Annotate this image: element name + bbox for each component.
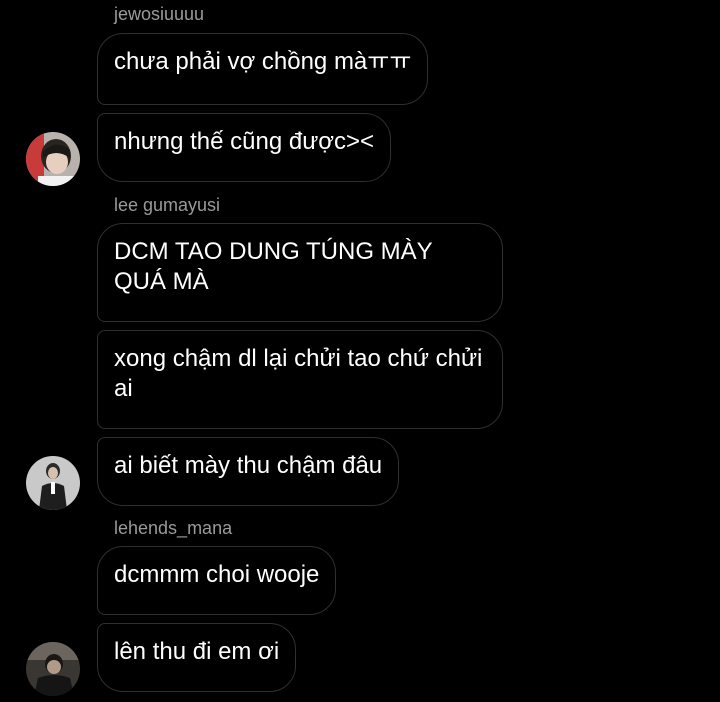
avatar[interactable] xyxy=(26,456,80,510)
message-bubble[interactable]: xong chậm dl lại chửi tao chứ chửi ai xyxy=(97,330,503,429)
message-text: dcmmm choi wooje xyxy=(114,561,320,588)
sender-name: lehends_mana xyxy=(114,518,233,538)
message-bubble[interactable]: ai biết mày thu chậm đâu xyxy=(97,437,400,506)
message-bubble[interactable]: dcmmm choi wooje xyxy=(97,546,337,615)
message-bubble[interactable]: lên thu đi em ơi xyxy=(97,623,297,692)
message-bubble[interactable]: nhưng thế cũng được>< xyxy=(97,113,392,182)
message-text: DCM TAO DUNG TÚNG MÀY QUÁ MÀ xyxy=(114,238,433,295)
avatar[interactable] xyxy=(26,642,80,696)
sender-name: jewosiuuuu xyxy=(114,4,205,24)
avatar-image xyxy=(26,642,80,696)
message-text: ai biết mày thu chậm đâu xyxy=(114,452,383,479)
message-text: lên thu đi em ơi xyxy=(114,638,280,665)
message-text: chưa phải vợ chồng màㅠㅠ xyxy=(114,48,412,75)
avatar-image xyxy=(26,132,80,186)
avatar[interactable] xyxy=(26,132,80,186)
message-bubble[interactable]: chưa phải vợ chồng màㅠㅠ xyxy=(97,33,429,105)
chat-thread: jewosiuuuu chưa phải vợ chồng màㅠㅠ nhưng… xyxy=(0,0,720,702)
avatar-image xyxy=(26,456,80,510)
sender-name: lee gumayusi xyxy=(114,195,221,215)
message-bubble[interactable]: DCM TAO DUNG TÚNG MÀY QUÁ MÀ xyxy=(97,223,503,322)
message-text: nhưng thế cũng được>< xyxy=(114,128,375,155)
message-text: xong chậm dl lại chửi tao chứ chửi ai xyxy=(114,345,483,402)
